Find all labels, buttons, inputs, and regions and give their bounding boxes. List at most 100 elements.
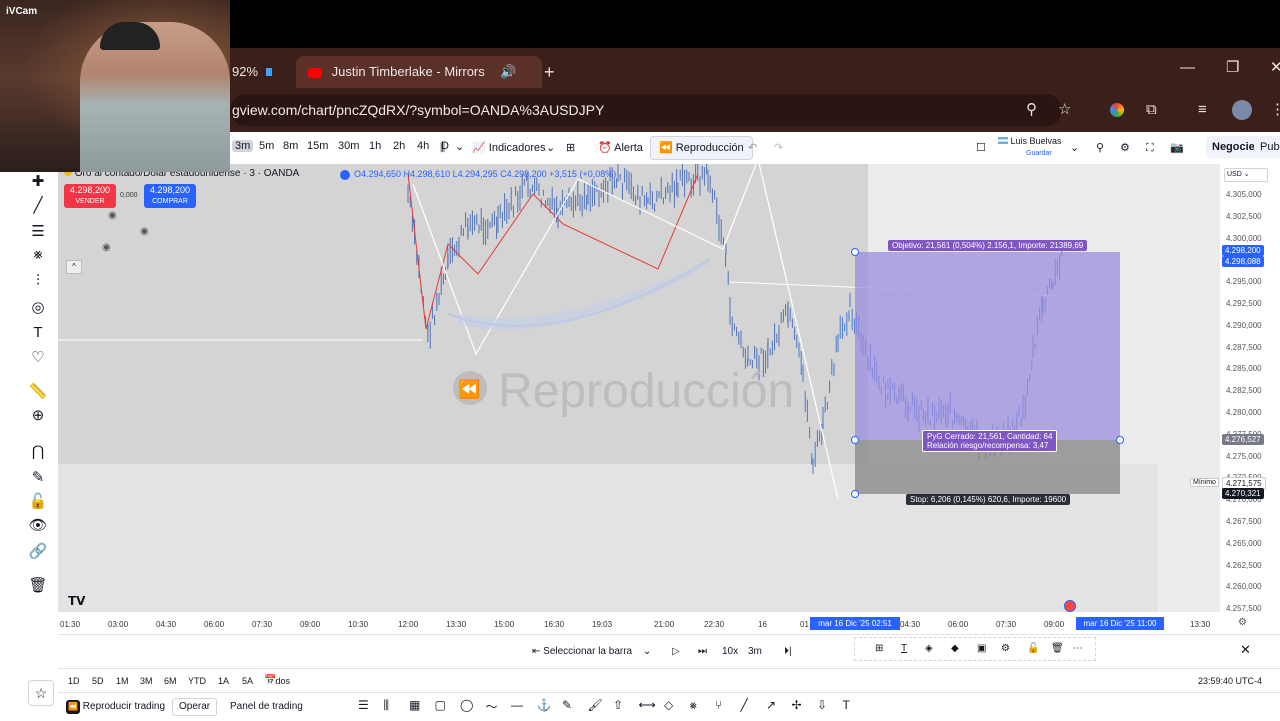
minimize-icon[interactable]: — (1180, 58, 1195, 78)
restore-icon[interactable]: ❐ (1226, 58, 1239, 78)
star-icon[interactable]: ☆ (28, 680, 54, 706)
eye-icon[interactable]: ◉ (140, 226, 149, 237)
grip-icon[interactable]: ⊞ (875, 642, 883, 656)
pattern-icon[interactable]: ⨳ (690, 698, 697, 713)
text-color-icon[interactable]: T (901, 642, 907, 656)
calendar-icon[interactable]: 📅 (264, 674, 276, 688)
url-input[interactable]: gview.com/chart/pncZQdRX/?symbol=OANDA%3… (230, 94, 1062, 126)
clock-readout[interactable]: 23:59:40 UTC-4 (1198, 674, 1262, 688)
favorites-icon[interactable]: ♡ (28, 348, 48, 366)
quick-search-icon[interactable]: ⚲ (1096, 140, 1104, 156)
brush-icon[interactable]: 🖌 (588, 698, 603, 712)
sell-button[interactable]: 4.298,200 VENDER (64, 184, 116, 208)
range-6m[interactable]: 6M (164, 674, 177, 688)
search-icon[interactable]: ⚲ (1026, 100, 1037, 120)
cross-icon[interactable]: ✢ (792, 698, 802, 712)
position-handle[interactable] (1116, 436, 1124, 444)
ruler-icon[interactable]: 📏 (28, 382, 48, 400)
undo-icon[interactable]: ↶ (748, 140, 757, 156)
profile-avatar[interactable] (1232, 100, 1252, 120)
menu-icon[interactable]: ☰ (358, 698, 369, 712)
text-icon[interactable]: T (28, 324, 48, 341)
camera-icon[interactable]: 📷 (1170, 140, 1184, 156)
crosshair-icon[interactable]: ✚ (28, 172, 48, 190)
more-icon[interactable]: ⋯ (1073, 642, 1083, 656)
range-1m[interactable]: 1M (116, 674, 129, 688)
replay-trading-tab[interactable]: ⏪ Reproducir trading (66, 700, 165, 714)
trade-button[interactable]: Negocie (1206, 136, 1261, 158)
eye-icon[interactable]: ◉ (108, 210, 117, 221)
settings-icon[interactable]: ⚙ (1001, 642, 1010, 656)
fork-icon[interactable]: ⑂ (715, 698, 722, 712)
eye-icon[interactable]: 👁 (28, 516, 48, 534)
text-icon[interactable]: T (843, 698, 850, 712)
interval-30m[interactable]: 30m (335, 140, 362, 152)
range-5d[interactable]: 5D (92, 674, 104, 688)
fib-icon[interactable]: ☰ (28, 222, 48, 240)
jump-to-realtime-icon[interactable]: ⏵| (784, 645, 792, 659)
speaker-icon[interactable]: 🔊 (500, 64, 516, 79)
ray-icon[interactable]: ↗ (766, 698, 776, 712)
circle-icon[interactable]: ◯ (460, 698, 473, 712)
forecast-icon[interactable]: ⫶ (28, 272, 48, 289)
magnet-icon[interactable]: ⋂ (28, 442, 48, 460)
replay-button[interactable]: ⏪ Reproducción (650, 136, 753, 160)
step-forward-icon[interactable]: ⏭ (698, 645, 707, 659)
diamond-icon[interactable]: ◇ (664, 698, 673, 712)
interval-5m[interactable]: 5m (256, 140, 277, 152)
grid-icon[interactable]: ▦ (409, 698, 420, 712)
pencil-lock-icon[interactable]: ✎ (28, 468, 48, 486)
event-flag-icon[interactable] (1064, 600, 1076, 612)
target-zone[interactable] (855, 252, 1120, 440)
interval-4h[interactable]: 4h (414, 140, 432, 152)
interval-3m[interactable]: 3m (232, 140, 254, 152)
alert-button[interactable]: ⏰ Alerta (598, 140, 643, 156)
position-handle[interactable] (851, 248, 859, 256)
chart-svg[interactable]: ⏪ Reproducción (58, 164, 1220, 612)
range-ytd[interactable]: YTD (188, 674, 206, 688)
rect-icon[interactable]: ▢ (435, 698, 446, 712)
buy-button[interactable]: 4.298,200 COMPRAR (144, 184, 196, 208)
user-layout-button[interactable]: Luis Buelvas Guardar (998, 136, 1062, 159)
template-icon[interactable]: ▣ (977, 642, 986, 656)
chevron-down-icon[interactable]: ⌄ (455, 140, 464, 153)
line-icon[interactable]: — (511, 698, 523, 712)
range-3m[interactable]: 3M (140, 674, 153, 688)
range-1d[interactable]: 1D (68, 674, 80, 688)
paint-icon[interactable]: ◆ (951, 642, 959, 656)
select-bar-button[interactable]: ⇤ Seleccionar la barra ⌄ (532, 645, 651, 659)
close-window-icon[interactable]: ✕ (1270, 58, 1280, 78)
browser-tab-tradingview[interactable]: 92% ✕ (230, 56, 292, 111)
media-icon[interactable]: ≡ (1198, 100, 1207, 120)
redo-icon[interactable]: ↷ (774, 140, 783, 156)
anchor-icon[interactable]: ⚓ (537, 698, 552, 712)
fill-icon[interactable]: ◈ (925, 642, 933, 656)
publish-button[interactable]: Publi (1254, 136, 1280, 158)
pipe-icon[interactable]: ⫼ (384, 698, 390, 713)
settings-icon[interactable]: ⚙ (1120, 140, 1130, 156)
chart-type-icon[interactable]: ⫼ (440, 140, 445, 156)
interval-15m[interactable]: 15m (304, 140, 331, 152)
pen-icon[interactable]: ✎ (562, 698, 572, 712)
arrow-down-icon[interactable]: ⇩ (817, 698, 827, 712)
range-1a[interactable]: 1A (218, 674, 229, 688)
range-5a[interactable]: 5A (242, 674, 253, 688)
lock-icon[interactable]: 🔓 (1027, 642, 1039, 656)
link-icon[interactable]: 🔗 (28, 542, 48, 560)
interval-1h[interactable]: 1h (366, 140, 384, 152)
eye-icon[interactable]: ◉ (102, 242, 111, 253)
time-axis[interactable]: 01:30 03:00 04:30 06:00 07:30 09:00 10:30 12:00… (58, 612, 1280, 634)
bookmark-star-icon[interactable]: ☆ (1058, 100, 1071, 120)
chart-canvas[interactable]: ⏪ Reproducción Oro al contado/Dólar esta… (58, 164, 1220, 612)
trendline-icon[interactable]: ╱ (28, 196, 48, 214)
slash-icon[interactable]: ╱ (741, 698, 748, 712)
interval-8m[interactable]: 8m (280, 140, 301, 152)
interval-select[interactable]: 3m (748, 645, 762, 659)
hline-icon[interactable]: ⟷ (639, 698, 656, 712)
interval-2h[interactable]: 2h (390, 140, 408, 152)
layout-grid-icon[interactable]: ⊞ (566, 140, 575, 156)
arrow-up-icon[interactable]: ⇧ (613, 698, 623, 712)
zoom-icon[interactable]: ⊕ (28, 406, 48, 424)
browser-tab-youtube[interactable]: Justin Timberlake - Mirrors 🔊 ✕ (296, 56, 542, 111)
fullscreen-toggle-icon[interactable]: ☐ (976, 140, 986, 156)
